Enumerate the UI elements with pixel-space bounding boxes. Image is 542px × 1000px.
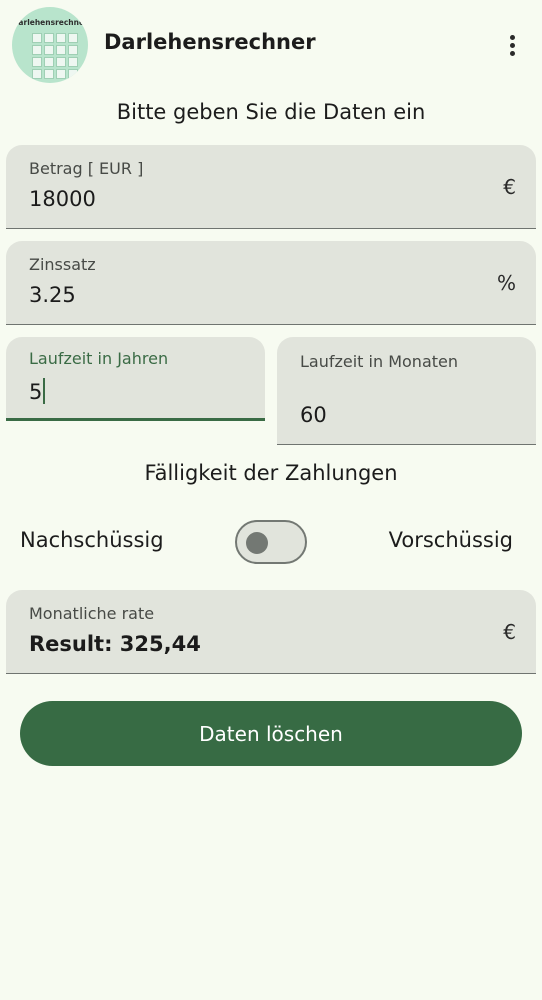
more-vert-icon[interactable] [500, 28, 524, 62]
app-title: Darlehensrechner [104, 30, 316, 54]
app-logo: Darlehensrechner [12, 7, 88, 83]
laufzeit-monate-input[interactable]: 60 [300, 403, 327, 427]
percent-icon: % [496, 271, 516, 295]
result-value: Result: 325,44 [29, 632, 201, 656]
calculator-icon [32, 33, 78, 79]
result-label: Monatliche rate [29, 604, 155, 623]
faelligkeit-title: Fälligkeit der Zahlungen [144, 461, 398, 485]
zinssatz-input[interactable]: 3.25 [29, 283, 76, 307]
zinssatz-label: Zinssatz [29, 255, 96, 274]
page-heading: Bitte geben Sie die Daten ein [116, 100, 426, 124]
clear-data-button[interactable]: Daten löschen [20, 701, 522, 766]
text-cursor [43, 378, 46, 404]
laufzeit-jahre-input[interactable]: 5 [29, 378, 46, 404]
vorschuessig-label: Vorschüssig [388, 528, 513, 552]
laufzeit-monate-field[interactable]: Laufzeit in Monaten 60 [277, 337, 536, 445]
app-logo-label: Darlehensrechner [12, 18, 88, 27]
betrag-input[interactable]: 18000 [29, 187, 96, 211]
laufzeit-monate-label: Laufzeit in Monaten [300, 352, 459, 371]
betrag-label: Betrag [ EUR ] [29, 159, 144, 178]
laufzeit-jahre-field[interactable]: Laufzeit in Jahren 5 [6, 337, 265, 421]
laufzeit-jahre-value: 5 [29, 380, 43, 404]
euro-icon: € [503, 620, 516, 644]
switch-thumb [246, 532, 268, 554]
faelligkeit-switch[interactable] [235, 520, 307, 564]
zinssatz-field[interactable]: Zinssatz 3.25 % [6, 241, 536, 325]
betrag-field[interactable]: Betrag [ EUR ] 18000 € [6, 145, 536, 229]
euro-icon: € [503, 175, 516, 199]
laufzeit-jahre-label: Laufzeit in Jahren [29, 349, 169, 368]
app-bar: Darlehensrechner Darlehensrechner [0, 0, 542, 90]
result-field: Monatliche rate Result: 325,44 € [6, 590, 536, 674]
nachschuessig-label: Nachschüssig [20, 528, 164, 552]
